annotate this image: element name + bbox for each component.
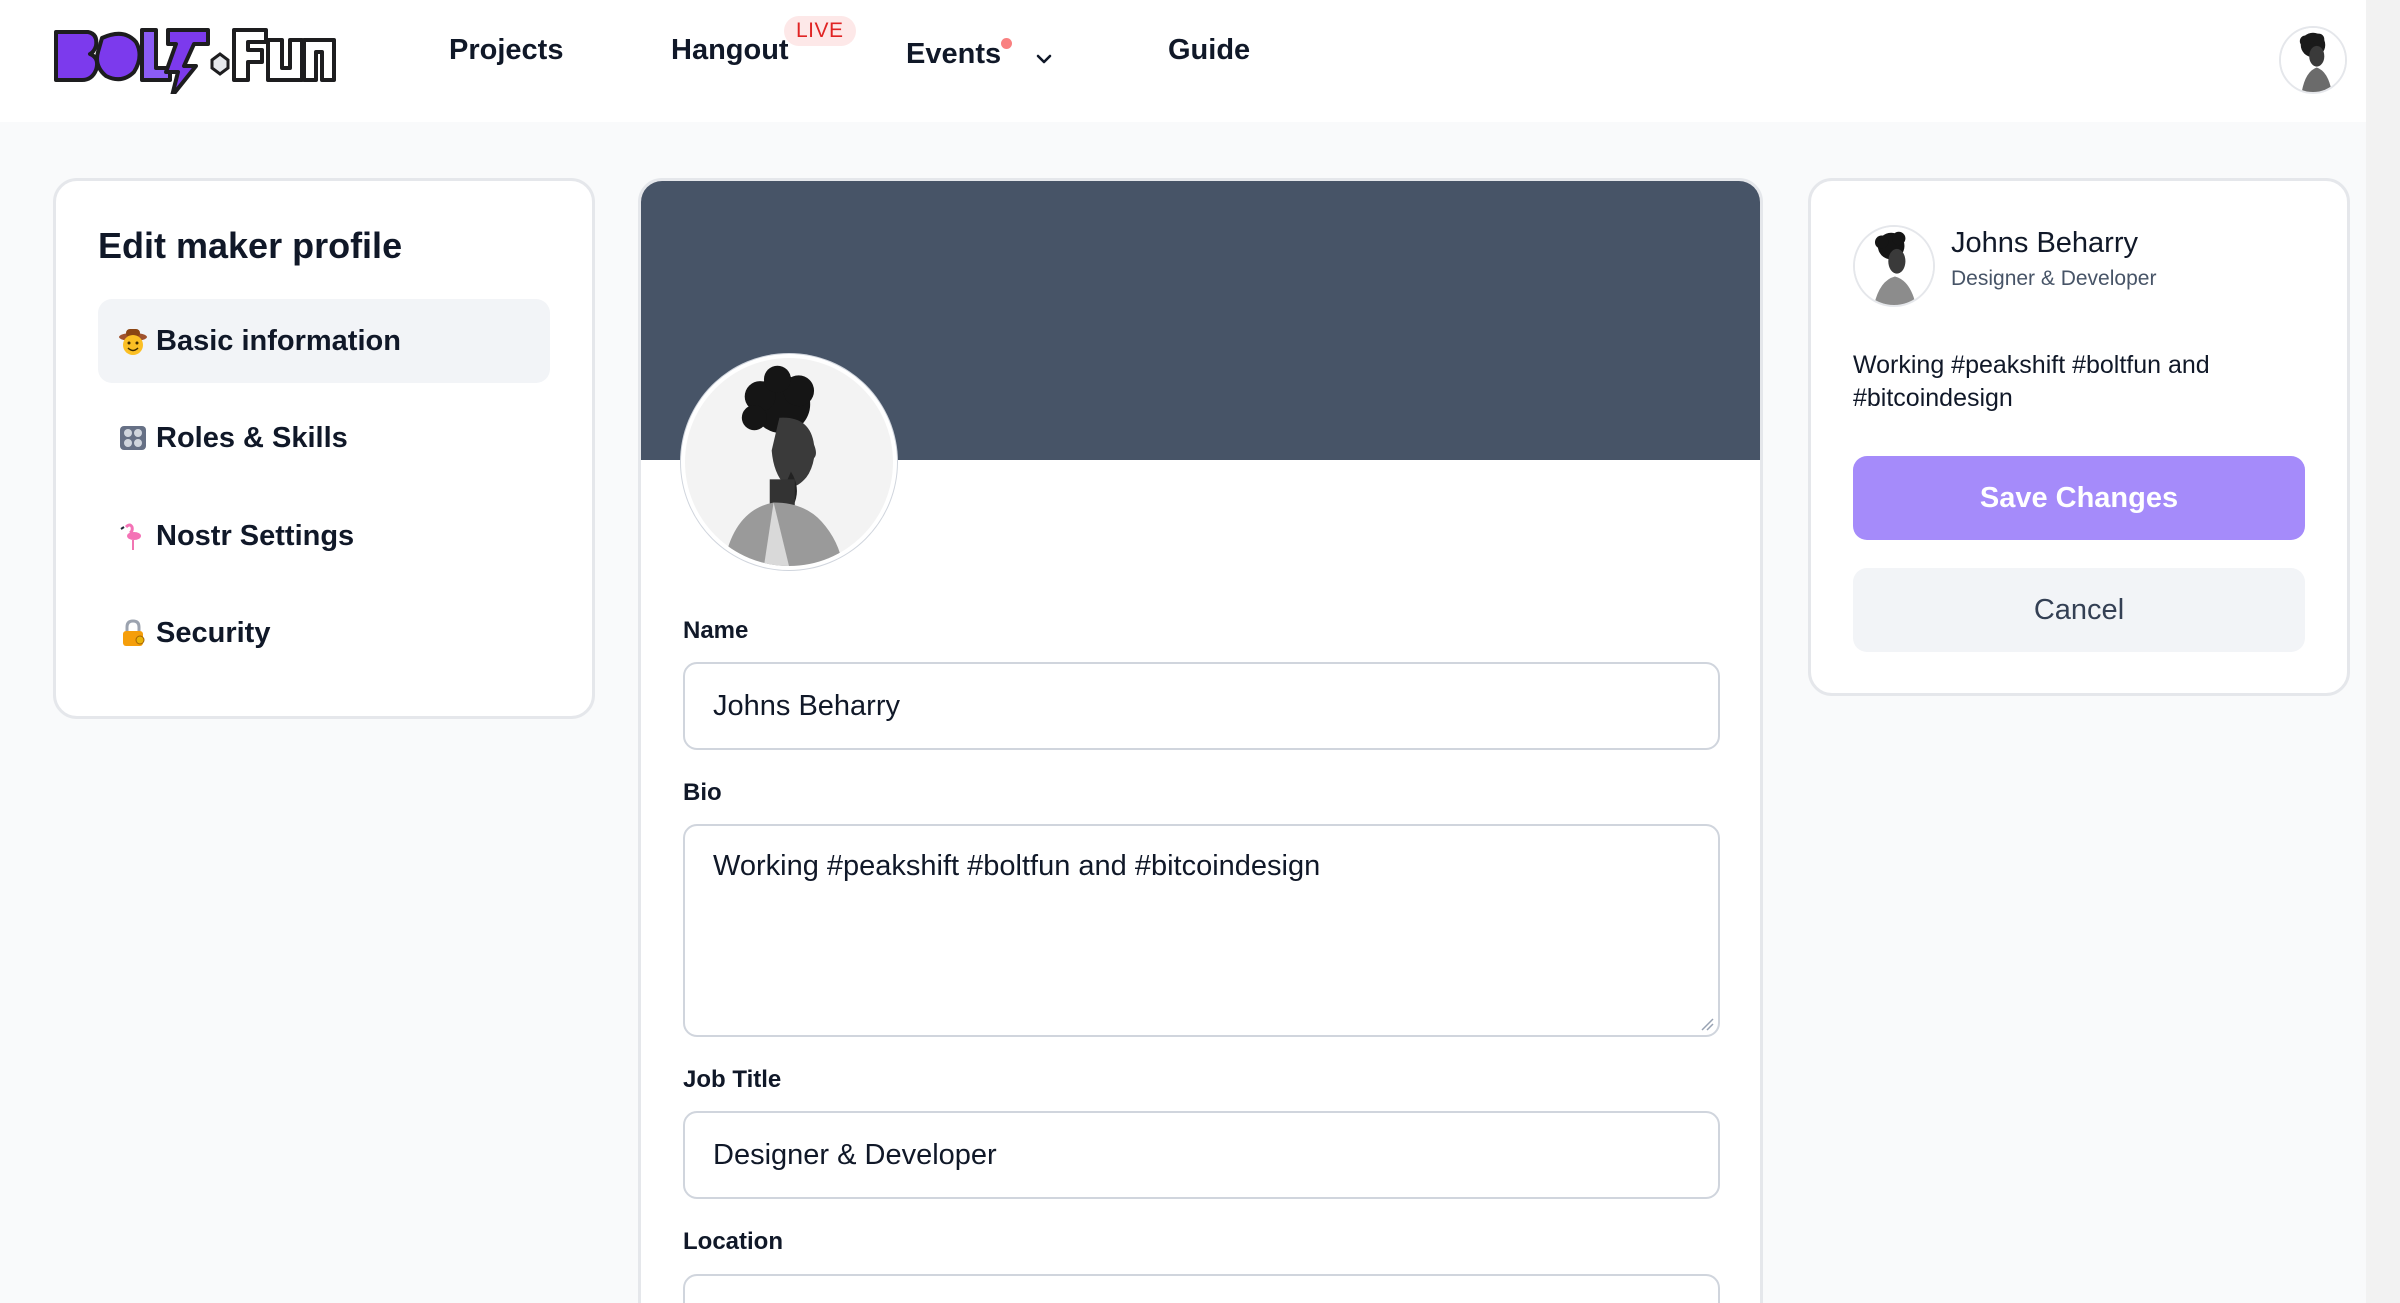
lock-key-emoji-icon: [123, 619, 145, 646]
flamingo-emoji-icon: [120, 523, 141, 550]
bolt-fun-logo-icon: [54, 28, 336, 94]
menu-item-label: Basic information: [156, 324, 401, 357]
nav-events-link[interactable]: Events: [906, 38, 1001, 71]
events-notification-dot: [1001, 38, 1012, 49]
profile-avatar[interactable]: [681, 354, 897, 570]
live-badge: LIVE: [784, 16, 856, 46]
name-label: Name: [683, 617, 749, 644]
menu-item-roles-skills[interactable]: Roles & Skills: [98, 396, 550, 480]
job-title-input[interactable]: Designer & Developer: [683, 1111, 1720, 1199]
edit-profile-form-card: Name Johns Beharry Bio Working #peakshif…: [638, 178, 1763, 1303]
nav-projects-link[interactable]: Projects: [449, 34, 563, 67]
bio-label: Bio: [683, 779, 722, 806]
profile-preview-card: Johns Beharry Designer & Developer Worki…: [1808, 178, 2350, 696]
menu-item-basic-information[interactable]: Basic information: [98, 299, 550, 383]
control-knobs-emoji-icon: [120, 426, 146, 450]
user-avatar-button[interactable]: [2279, 26, 2347, 94]
resize-grip-icon[interactable]: [1700, 1017, 1714, 1031]
chevron-down-icon[interactable]: [1033, 48, 1055, 70]
cancel-button[interactable]: Cancel: [1853, 568, 2305, 652]
name-input[interactable]: Johns Beharry: [683, 662, 1720, 750]
location-input[interactable]: [683, 1274, 1720, 1303]
cowboy-emoji-icon: [119, 329, 147, 355]
menu-item-label: Roles & Skills: [156, 421, 348, 454]
bolt-fun-logo[interactable]: [52, 22, 338, 94]
preview-name: Johns Beharry: [1951, 227, 2138, 259]
profile-menu-card: Edit maker profile Basic information Rol…: [53, 178, 595, 719]
menu-title: Edit maker profile: [98, 225, 403, 266]
top-navbar: Projects Hangout LIVE Events Guide: [0, 0, 2400, 122]
job-title-label: Job Title: [683, 1066, 782, 1093]
nav-guide-link[interactable]: Guide: [1168, 34, 1250, 67]
preview-avatar: [1853, 225, 1935, 307]
menu-item-security[interactable]: Security: [98, 591, 550, 675]
preview-role: Designer & Developer: [1951, 267, 2157, 290]
preview-bio: Working #peakshift #boltfun and #bitcoin…: [1853, 351, 2210, 412]
location-label: Location: [683, 1228, 783, 1255]
page-scrollbar[interactable]: [2366, 0, 2400, 1303]
menu-item-label: Nostr Settings: [156, 519, 355, 552]
menu-item-label: Security: [156, 616, 271, 649]
save-changes-button[interactable]: Save Changes: [1853, 456, 2305, 540]
bio-text: Working #peakshift #boltfun and #bitcoin…: [713, 850, 1321, 882]
menu-item-nostr-settings[interactable]: Nostr Settings: [98, 494, 550, 578]
bio-textarea[interactable]: Working #peakshift #boltfun and #bitcoin…: [683, 824, 1720, 1037]
avatar-portrait-icon: [685, 358, 893, 566]
nav-hangout-link[interactable]: Hangout: [671, 34, 789, 67]
avatar-portrait-icon: [2281, 28, 2345, 92]
avatar-portrait-icon: [1855, 227, 1933, 305]
